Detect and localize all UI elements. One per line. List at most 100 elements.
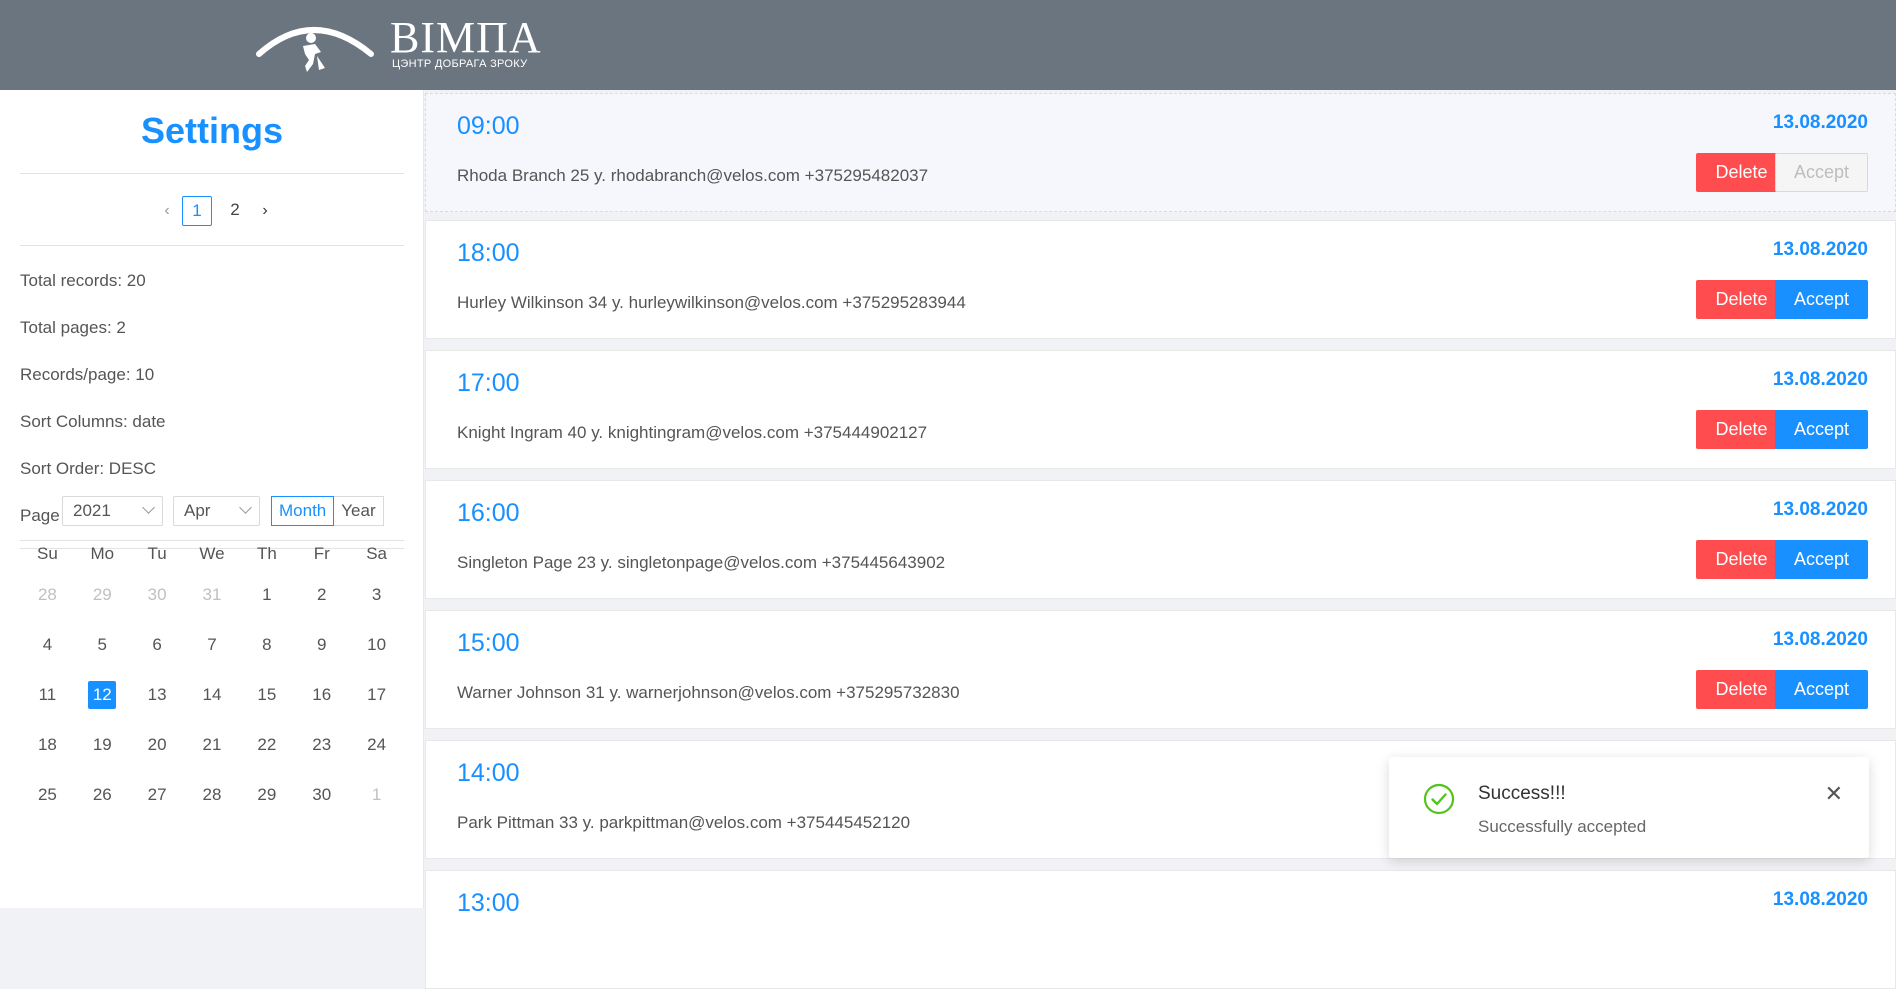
page-title: Settings bbox=[140, 110, 283, 151]
record-details: Hurley Wilkinson 34 y. hurleywilkinson@v… bbox=[457, 293, 966, 312]
calendar-day[interactable]: 17 bbox=[349, 681, 404, 709]
record-details: Warner Johnson 31 y. warnerjohnson@velos… bbox=[457, 683, 960, 702]
calendar-day[interactable]: 25 bbox=[20, 781, 75, 809]
chevron-right-icon[interactable]: › bbox=[254, 196, 276, 226]
record-date: 13.08.2020 bbox=[1772, 112, 1868, 133]
weekday-label: Th bbox=[256, 544, 277, 563]
calendar-day[interactable]: 4 bbox=[20, 631, 75, 659]
calendar-day[interactable]: 9 bbox=[294, 631, 349, 659]
success-notification: Success!!! Successfully accepted ✕ bbox=[1389, 757, 1869, 858]
logo-emblem-icon bbox=[256, 27, 374, 72]
weekday-label: Su bbox=[37, 544, 58, 563]
record-time: 16:00 bbox=[457, 499, 520, 527]
accept-button[interactable]: Accept bbox=[1775, 540, 1868, 579]
record-date: 13.08.2020 bbox=[1772, 369, 1868, 390]
weekday-label: Mo bbox=[90, 544, 115, 563]
calendar-day[interactable]: 23 bbox=[294, 731, 349, 759]
info-total-pages: Total pages: 2 bbox=[20, 318, 126, 337]
week-row: 28 29 30 31 1 2 3 bbox=[20, 570, 404, 620]
brand-logo[interactable]: ВІМПА ЦЭНТР ДОБРАГА ЗРОКУ bbox=[255, 14, 541, 78]
weekday-label: Sa bbox=[366, 544, 387, 563]
chevron-down-icon bbox=[142, 501, 155, 514]
calendar-day[interactable]: 1 bbox=[349, 781, 404, 809]
notification-title: Success!!! bbox=[1478, 783, 1566, 804]
week-row: 4 5 6 7 8 9 10 bbox=[20, 620, 404, 670]
calendar-day[interactable]: 10 bbox=[349, 631, 404, 659]
weekday-row: Su Mo Tu We Th Fr Sa bbox=[20, 538, 404, 570]
calendar-day-selected[interactable]: 12 bbox=[75, 681, 130, 709]
weekday-label: Tu bbox=[147, 544, 167, 563]
calendar-day[interactable]: 27 bbox=[130, 781, 185, 809]
delete-button[interactable]: Delete bbox=[1696, 670, 1787, 709]
record-card: 09:00 13.08.2020 Rhoda Branch 25 y. rhod… bbox=[425, 93, 1896, 212]
record-card: 18:00 13.08.2020 Hurley Wilkinson 34 y. … bbox=[425, 220, 1896, 339]
close-icon[interactable]: ✕ bbox=[1825, 783, 1843, 805]
year-select[interactable]: 2021 bbox=[62, 496, 163, 526]
calendar-day[interactable]: 18 bbox=[20, 731, 75, 759]
calendar-day[interactable]: 20 bbox=[130, 731, 185, 759]
record-date: 13.08.2020 bbox=[1772, 239, 1868, 260]
calendar-day[interactable]: 28 bbox=[185, 781, 240, 809]
calendar-day[interactable]: 30 bbox=[130, 581, 185, 609]
month-select[interactable]: Apr bbox=[173, 496, 260, 526]
calendar-day[interactable]: 26 bbox=[75, 781, 130, 809]
calendar-day[interactable]: 24 bbox=[349, 731, 404, 759]
calendar-day[interactable]: 1 bbox=[239, 581, 294, 609]
check-circle-icon bbox=[1423, 783, 1455, 815]
brand-subtitle: ЦЭНТР ДОБРАГА ЗРОКУ bbox=[392, 58, 528, 70]
calendar-day[interactable]: 19 bbox=[75, 731, 130, 759]
weekday-label: Fr bbox=[313, 544, 330, 563]
calendar-day[interactable]: 28 bbox=[20, 581, 75, 609]
info-sort-order: Sort Order: DESC bbox=[20, 459, 157, 478]
info-records-per-page: Records/page: 10 bbox=[20, 365, 155, 384]
accept-button[interactable]: Accept bbox=[1775, 410, 1868, 449]
record-details: Knight Ingram 40 y. knightingram@velos.c… bbox=[457, 423, 928, 442]
calendar-day[interactable]: 13 bbox=[130, 681, 185, 709]
delete-button[interactable]: Delete bbox=[1696, 153, 1787, 192]
record-details: Rhoda Branch 25 y. rhodabranch@velos.com… bbox=[457, 166, 929, 185]
record-time: 18:00 bbox=[457, 239, 520, 267]
delete-button[interactable]: Delete bbox=[1696, 280, 1787, 319]
record-card: 15:00 13.08.2020 Warner Johnson 31 y. wa… bbox=[425, 610, 1896, 729]
calendar-day[interactable]: 21 bbox=[185, 731, 240, 759]
calendar-day[interactable]: 11 bbox=[20, 681, 75, 709]
calendar-day[interactable]: 6 bbox=[130, 631, 185, 659]
notification-message: Successfully accepted bbox=[1478, 817, 1647, 836]
calendar-day[interactable]: 7 bbox=[185, 631, 240, 659]
page-2-button[interactable]: 2 bbox=[220, 196, 250, 226]
calendar-day[interactable]: 3 bbox=[349, 581, 404, 609]
info-sort-columns: Sort Columns: date bbox=[20, 412, 166, 431]
record-card: 17:00 13.08.2020 Knight Ingram 40 y. kni… bbox=[425, 350, 1896, 469]
app-header: ВІМПА ЦЭНТР ДОБРАГА ЗРОКУ bbox=[0, 0, 1896, 90]
calendar-day[interactable]: 15 bbox=[239, 681, 294, 709]
sidebar: Settings ‹ 1 2 › Total records: 20 Total… bbox=[0, 90, 424, 908]
calendar-day[interactable]: 2 bbox=[294, 581, 349, 609]
page-1-button[interactable]: 1 bbox=[182, 196, 212, 226]
accept-button[interactable]: Accept bbox=[1775, 670, 1868, 709]
record-time: 17:00 bbox=[457, 369, 520, 397]
calendar-day[interactable]: 5 bbox=[75, 631, 130, 659]
record-date: 13.08.2020 bbox=[1772, 629, 1868, 650]
year-mode-button[interactable]: Year bbox=[334, 496, 384, 526]
calendar-mode-switch: Month Year bbox=[271, 496, 384, 526]
calendar-day[interactable]: 30 bbox=[294, 781, 349, 809]
week-row: 11 12 13 14 15 16 17 bbox=[20, 670, 404, 720]
delete-button[interactable]: Delete bbox=[1696, 410, 1787, 449]
chevron-left-icon[interactable]: ‹ bbox=[156, 196, 178, 226]
accept-button[interactable]: Accept bbox=[1775, 280, 1868, 319]
calendar-day[interactable]: 22 bbox=[239, 731, 294, 759]
calendar-grid: Su Mo Tu We Th Fr Sa 28 29 30 31 1 2 3 4… bbox=[20, 538, 404, 820]
calendar-day[interactable]: 31 bbox=[185, 581, 240, 609]
calendar-day[interactable]: 14 bbox=[185, 681, 240, 709]
calendar-day[interactable]: 8 bbox=[239, 631, 294, 659]
divider bbox=[20, 173, 404, 174]
calendar-day[interactable]: 29 bbox=[75, 581, 130, 609]
calendar-day[interactable]: 29 bbox=[239, 781, 294, 809]
calendar-day[interactable]: 16 bbox=[294, 681, 349, 709]
record-details: Park Pittman 33 y. parkpittman@velos.com… bbox=[457, 813, 911, 832]
delete-button[interactable]: Delete bbox=[1696, 540, 1787, 579]
month-mode-button[interactable]: Month bbox=[271, 496, 335, 526]
chevron-down-icon bbox=[239, 501, 252, 514]
week-row: 18 19 20 21 22 23 24 bbox=[20, 720, 404, 770]
record-date: 13.08.2020 bbox=[1772, 499, 1868, 520]
